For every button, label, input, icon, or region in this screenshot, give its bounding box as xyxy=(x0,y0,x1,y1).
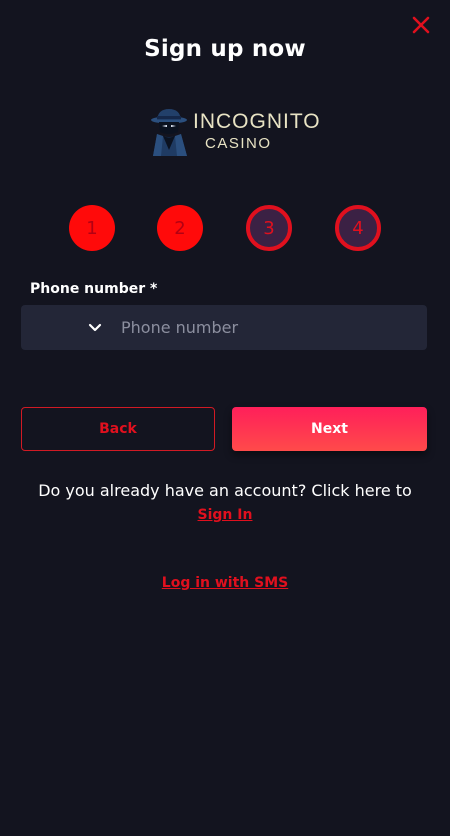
sms-login-link[interactable]: Log in with SMS xyxy=(0,575,450,591)
step-1: 1 xyxy=(69,205,115,251)
chevron-down-icon xyxy=(88,323,102,332)
account-prompt-text: Do you already have an account? Click he… xyxy=(38,481,412,500)
close-button[interactable] xyxy=(410,14,432,36)
step-4: 4 xyxy=(335,205,381,251)
back-button[interactable]: Back xyxy=(21,407,215,451)
step-indicator: 1 2 3 4 xyxy=(69,205,381,251)
phone-input[interactable] xyxy=(121,305,421,350)
next-button[interactable]: Next xyxy=(232,407,427,451)
sign-in-link[interactable]: Sign In xyxy=(0,507,450,523)
page-title: Sign up now xyxy=(144,36,306,62)
logo-text-incognito: INCOGNITO xyxy=(193,110,321,133)
phone-field xyxy=(21,305,427,350)
logo-text-casino: CASINO xyxy=(205,135,272,152)
step-3: 3 xyxy=(246,205,292,251)
logo: INCOGNITO CASINO xyxy=(145,106,320,158)
phone-label: Phone number * xyxy=(30,281,158,297)
step-2: 2 xyxy=(157,205,203,251)
spy-mascot-icon xyxy=(151,109,187,156)
country-code-dropdown[interactable] xyxy=(71,305,117,350)
close-icon xyxy=(412,16,430,34)
